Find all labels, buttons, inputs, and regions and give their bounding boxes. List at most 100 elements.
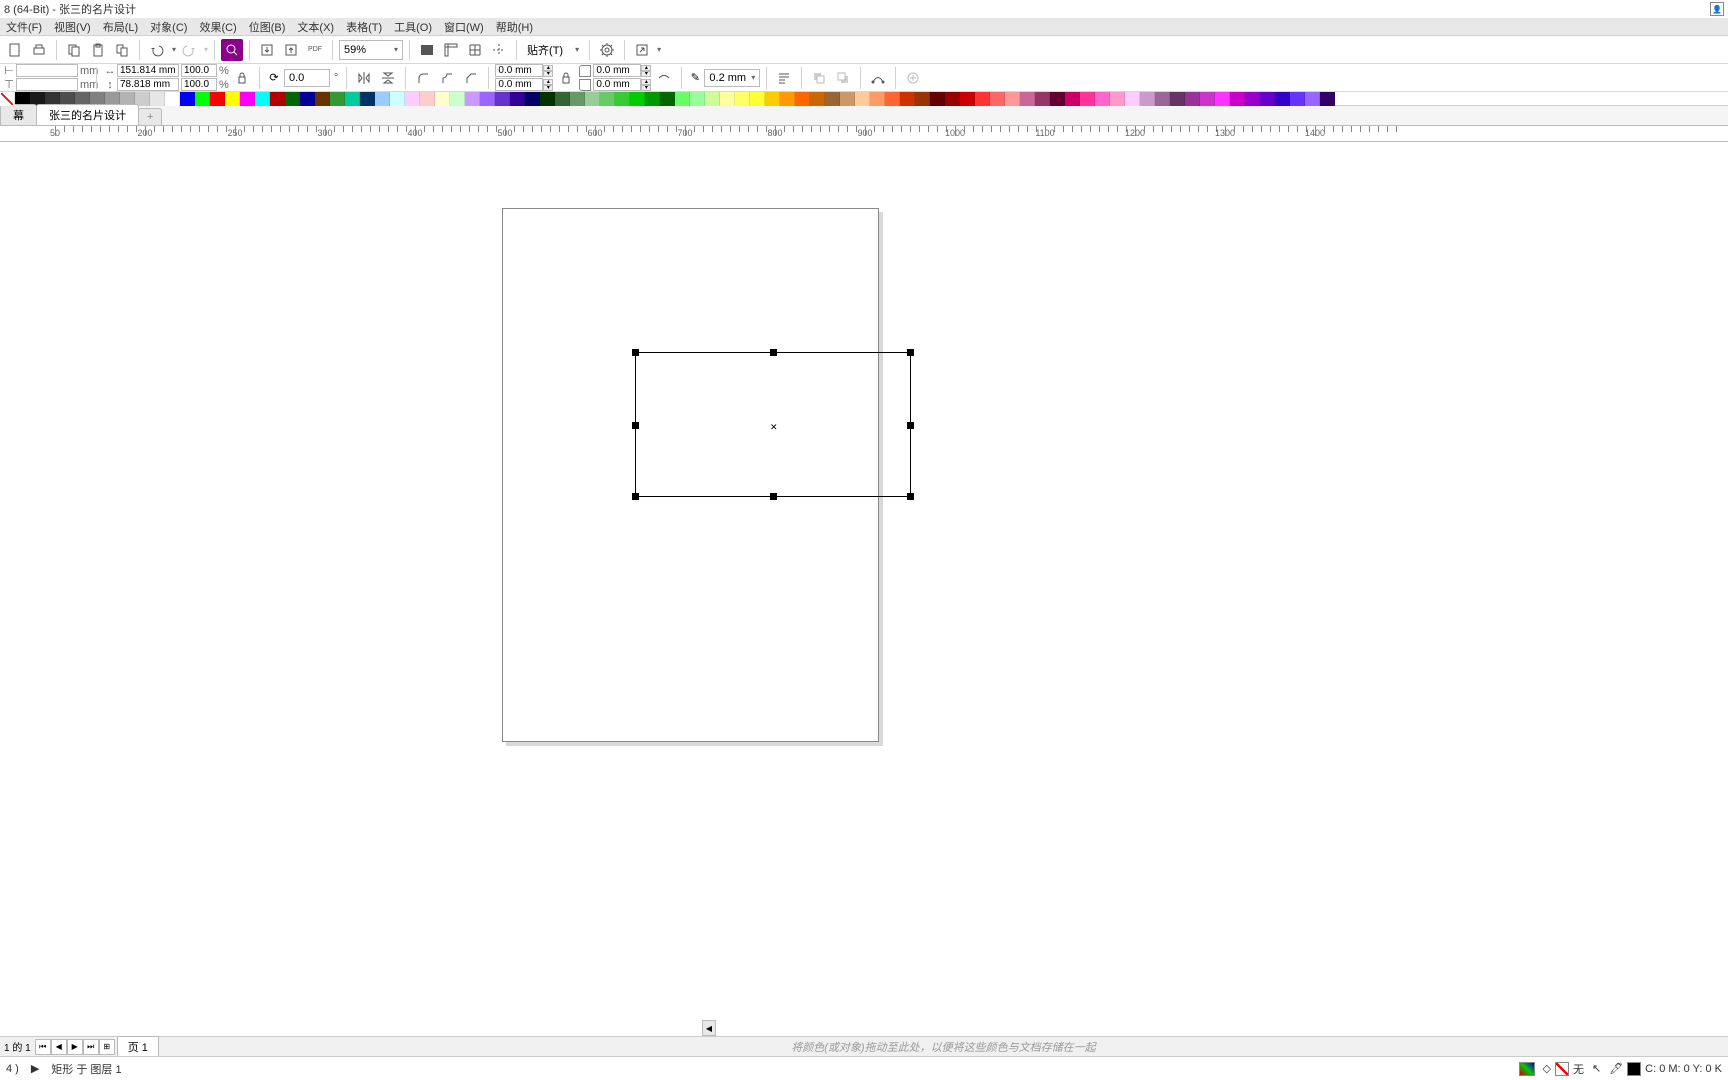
- page-tab-1[interactable]: 页 1: [117, 1036, 159, 1058]
- color-swatch[interactable]: [225, 92, 240, 106]
- color-swatch[interactable]: [450, 92, 465, 106]
- menu-view[interactable]: 视图(V): [48, 19, 97, 35]
- corner-tr-input[interactable]: 0.0 mm: [593, 64, 641, 77]
- pdf-button[interactable]: PDF: [304, 39, 326, 61]
- color-proof-icon[interactable]: [1519, 1062, 1535, 1076]
- handle-sw[interactable]: [632, 493, 639, 500]
- color-swatch[interactable]: [390, 92, 405, 106]
- corner-round-button[interactable]: [412, 67, 434, 89]
- canvas[interactable]: ✕ ◀: [0, 142, 1728, 1036]
- color-swatch[interactable]: [0, 92, 15, 106]
- color-swatch[interactable]: [1215, 92, 1230, 106]
- paste-button[interactable]: [87, 39, 109, 61]
- color-swatch[interactable]: [345, 92, 360, 106]
- color-swatch[interactable]: [720, 92, 735, 106]
- menu-help[interactable]: 帮助(H): [490, 19, 539, 35]
- color-swatch[interactable]: [1200, 92, 1215, 106]
- snap-label[interactable]: 贴齐(T): [523, 42, 567, 58]
- color-swatch[interactable]: [300, 92, 315, 106]
- color-swatch[interactable]: [480, 92, 495, 106]
- hscroll-left[interactable]: ◀: [702, 1020, 716, 1036]
- menu-effect[interactable]: 效果(C): [193, 19, 242, 35]
- to-front-button[interactable]: [808, 67, 830, 89]
- color-swatch[interactable]: [915, 92, 930, 106]
- page-add[interactable]: ⊞: [99, 1039, 115, 1055]
- color-swatch[interactable]: [780, 92, 795, 106]
- page-prev[interactable]: ◀: [51, 1039, 67, 1055]
- new-button[interactable]: [4, 39, 26, 61]
- outline-width-select[interactable]: 0.2 mm▾: [704, 69, 760, 87]
- color-swatch[interactable]: [285, 92, 300, 106]
- color-swatch[interactable]: [675, 92, 690, 106]
- relative-corner-button[interactable]: [653, 67, 675, 89]
- handle-se[interactable]: [907, 493, 914, 500]
- menu-file[interactable]: 文件(F): [0, 19, 48, 35]
- grid-button[interactable]: [464, 39, 486, 61]
- color-swatch[interactable]: [885, 92, 900, 106]
- color-swatch[interactable]: [855, 92, 870, 106]
- color-swatch[interactable]: [1125, 92, 1140, 106]
- color-swatch[interactable]: [1005, 92, 1020, 106]
- zoom-select[interactable]: 59%▾: [339, 40, 403, 60]
- color-swatch[interactable]: [1290, 92, 1305, 106]
- redo-button[interactable]: [178, 39, 200, 61]
- fill-swatch[interactable]: [1555, 1062, 1569, 1076]
- to-back-button[interactable]: [832, 67, 854, 89]
- outline-swatch[interactable]: [1627, 1062, 1641, 1076]
- color-swatch[interactable]: [975, 92, 990, 106]
- color-swatch[interactable]: [165, 92, 180, 106]
- color-swatch[interactable]: [315, 92, 330, 106]
- handle-w[interactable]: [632, 422, 639, 429]
- color-swatch[interactable]: [1320, 92, 1335, 106]
- color-swatch[interactable]: [735, 92, 750, 106]
- color-swatch[interactable]: [1155, 92, 1170, 106]
- color-swatch[interactable]: [1260, 92, 1275, 106]
- handle-n[interactable]: [770, 349, 777, 356]
- menu-object[interactable]: 对象(C): [144, 19, 193, 35]
- doc-tab-1[interactable]: 幕: [0, 104, 37, 125]
- y-input[interactable]: [16, 78, 78, 91]
- color-swatch[interactable]: [1050, 92, 1065, 106]
- redo-dropdown[interactable]: ▾: [204, 45, 208, 54]
- corner-br-input[interactable]: 0.0 mm: [593, 78, 641, 91]
- color-swatch[interactable]: [630, 92, 645, 106]
- corner-chamfer-button[interactable]: [460, 67, 482, 89]
- color-swatch[interactable]: [840, 92, 855, 106]
- color-swatch[interactable]: [375, 92, 390, 106]
- handle-e[interactable]: [907, 422, 914, 429]
- color-swatch[interactable]: [1080, 92, 1095, 106]
- color-swatch[interactable]: [765, 92, 780, 106]
- corner-scallop-button[interactable]: [436, 67, 458, 89]
- color-swatch[interactable]: [540, 92, 555, 106]
- color-swatch[interactable]: [435, 92, 450, 106]
- handle-s[interactable]: [770, 493, 777, 500]
- x-input[interactable]: [16, 64, 78, 77]
- spin-down[interactable]: ▾: [543, 71, 553, 77]
- page-next[interactable]: ▶: [67, 1039, 83, 1055]
- status-play-icon[interactable]: ▶: [31, 1062, 39, 1075]
- color-swatch[interactable]: [900, 92, 915, 106]
- color-swatch[interactable]: [1035, 92, 1050, 106]
- convert-curve-button[interactable]: [867, 67, 889, 89]
- scale-y-input[interactable]: 100.0: [181, 78, 217, 91]
- color-swatch[interactable]: [1185, 92, 1200, 106]
- menu-text[interactable]: 文本(X): [291, 19, 340, 35]
- undo-dropdown[interactable]: ▾: [172, 45, 176, 54]
- menu-table[interactable]: 表格(T): [340, 19, 388, 35]
- color-swatch[interactable]: [1065, 92, 1080, 106]
- color-swatch[interactable]: [525, 92, 540, 106]
- color-swatch[interactable]: [690, 92, 705, 106]
- color-swatch[interactable]: [150, 92, 165, 106]
- color-swatch[interactable]: [930, 92, 945, 106]
- cursor-icon[interactable]: ↖: [1592, 1062, 1601, 1075]
- launch-button[interactable]: [631, 39, 653, 61]
- user-icon[interactable]: 👤: [1710, 2, 1724, 16]
- corner-lock-button[interactable]: [555, 67, 577, 89]
- color-swatch[interactable]: [330, 92, 345, 106]
- import-button[interactable]: [256, 39, 278, 61]
- options-button[interactable]: [596, 39, 618, 61]
- guides-button[interactable]: [488, 39, 510, 61]
- color-swatch[interactable]: [1275, 92, 1290, 106]
- handle-ne[interactable]: [907, 349, 914, 356]
- doc-tab-2[interactable]: 张三的名片设计: [36, 104, 139, 125]
